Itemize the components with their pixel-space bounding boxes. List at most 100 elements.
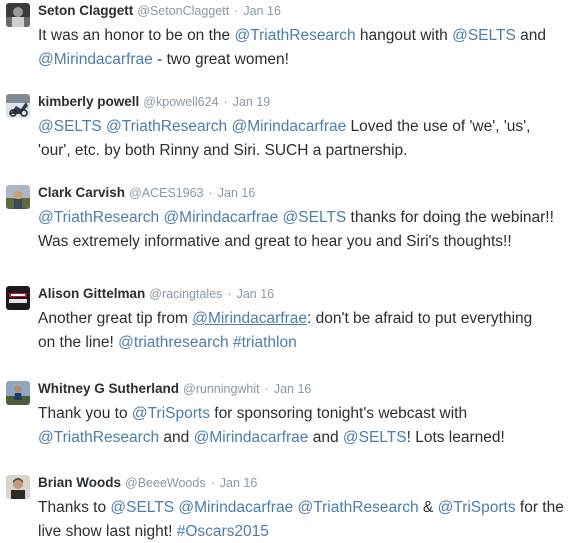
tweet-text-line: live show last night! #Oscars2015 [38, 520, 573, 543]
tweet-text-line: Thank you to @TriSports for sponsoring t… [38, 402, 573, 426]
mention-link[interactable]: @TriathResearch [298, 499, 419, 516]
separator-dot: · [264, 382, 269, 396]
user-avatar-dark-icon [6, 3, 30, 27]
author-name[interactable]: kimberly powell [38, 94, 139, 109]
tweet-header: Whitney G Sutherland @runningwhit · Jan 16 [38, 379, 311, 399]
avatar[interactable] [6, 286, 30, 310]
tweet-header: Clark Carvish @ACES1963 · Jan 16 [38, 183, 255, 203]
tweet-text-segment: ! Lots learned! [406, 429, 505, 446]
tweet-text-segment: - two great women! [152, 51, 289, 68]
user-avatar-portrait-icon [6, 475, 30, 499]
tweet-text-line: It was an honor to be on the @TriathRese… [38, 24, 573, 48]
tweet-text-line: @TriathResearch and @Mirindacarfrae and … [38, 426, 573, 450]
tweet-text-line: @Mirindacarfrae - two great women! [38, 48, 573, 72]
separator-dot: · [234, 4, 239, 18]
user-avatar-runner-icon [6, 381, 30, 405]
avatar[interactable] [6, 3, 30, 27]
tweet-text-line: Thanks to @SELTS @Mirindacarfrae @Triath… [38, 496, 573, 520]
separator-dot: · [208, 186, 213, 200]
tweet-text-segment: It was an honor to be on the [38, 27, 235, 44]
mention-link[interactable]: @SELTS [38, 118, 102, 135]
tweet-text-segment: Was extremely informative and great to h… [38, 233, 512, 250]
tweet-text-segment: on the line! [38, 334, 119, 351]
mention-link[interactable]: @TriathResearch [234, 27, 355, 44]
author-handle[interactable]: @racingtales [149, 287, 222, 301]
tweet-timestamp[interactable]: Jan 16 [243, 4, 281, 18]
tweet-text-segment: and [308, 429, 343, 446]
tweet-text-line: Another great tip from @Mirindacarfrae: … [38, 307, 573, 331]
tweet-text-segment: and [159, 429, 194, 446]
mention-link[interactable]: @TriathResearch [38, 209, 159, 226]
tweet-text-segment: Loved the use of 'we', 'us', [346, 118, 531, 135]
user-avatar-outdoor-icon [6, 185, 30, 209]
tweet-text: @TriathResearch @Mirindacarfrae @SELTS t… [38, 206, 573, 254]
separator-dot: · [210, 476, 215, 490]
mention-link[interactable]: @SELTS [452, 27, 516, 44]
tweet-timestamp[interactable]: Jan 19 [233, 95, 271, 109]
tweet-text-segment: live show last night! [38, 523, 177, 540]
author-name[interactable]: Seton Claggett [38, 3, 133, 18]
mention-link[interactable]: @Mirindacarfrae [38, 51, 153, 68]
mention-link[interactable]: @TriSports [132, 405, 210, 422]
mention-link[interactable]: @Mirindacarfrae [163, 209, 278, 226]
tweet-header: Alison Gittelman @racingtales · Jan 16 [38, 284, 274, 304]
author-name[interactable]: Whitney G Sutherland [38, 381, 179, 396]
mention-link[interactable]: @SELTS [110, 499, 174, 516]
tweet-text-segment: Another great tip from [38, 310, 193, 327]
tweet-text-line: 'our', etc. by both Rinny and Siri. SUCH… [38, 139, 573, 163]
author-handle[interactable]: @BeeeWoods [125, 476, 206, 490]
hashtag-link[interactable]: #triathlon [233, 334, 297, 351]
tweet-text-segment: 'our', etc. by both Rinny and Siri. SUCH… [38, 142, 408, 159]
tweet-text-segment: and [515, 27, 546, 44]
avatar[interactable] [6, 94, 30, 118]
tweet-text: Another great tip from @Mirindacarfrae: … [38, 307, 573, 355]
author-handle[interactable]: @runningwhit [183, 382, 260, 396]
avatar[interactable] [6, 381, 30, 405]
tweet-text: It was an honor to be on the @TriathRese… [38, 24, 573, 72]
mention-link[interactable]: @SELTS [283, 209, 347, 226]
mention-link[interactable]: @TriathResearch [106, 118, 227, 135]
user-avatar-cyclist-icon [6, 94, 30, 118]
mention-link[interactable]: @TriathResearch [38, 429, 159, 446]
tweet-timestamp[interactable]: Jan 16 [218, 186, 256, 200]
tweet-feed: Seton Claggett @SetonClaggett · Jan 16 It w… [0, 0, 577, 543]
author-name[interactable]: Clark Carvish [38, 185, 125, 200]
author-name[interactable]: Alison Gittelman [38, 286, 145, 301]
tweet-text-line: @TriathResearch @Mirindacarfrae @SELTS t… [38, 206, 573, 230]
mention-link[interactable]: @Mirindacarfrae [231, 118, 346, 135]
tweet-text-segment: for sponsoring tonight's webcast with [209, 405, 468, 422]
mention-link[interactable]: @SELTS [343, 429, 407, 446]
tweet-text-line: on the line! @triathresearch #triathlon [38, 331, 573, 355]
tweet-text-line: Was extremely informative and great to h… [38, 230, 573, 254]
mention-link[interactable]: @Mirindacarfrae [192, 310, 307, 327]
separator-dot: · [223, 95, 228, 109]
author-handle[interactable]: @kpowell624 [143, 95, 218, 109]
tweet-timestamp[interactable]: Jan 16 [220, 476, 258, 490]
mention-link[interactable]: @Mirindacarfrae [178, 499, 293, 516]
tweet-timestamp[interactable]: Jan 16 [274, 382, 312, 396]
separator-dot: · [227, 287, 232, 301]
author-name[interactable]: Brian Woods [38, 475, 121, 490]
tweet-text-segment: & [418, 499, 438, 516]
avatar[interactable] [6, 185, 30, 209]
tweet-text-segment: Thanks to [38, 499, 111, 516]
tweet-text-segment: thanks for doing the webinar!! [346, 209, 554, 226]
tweet-text-segment: : don't be afraid to put everything [307, 310, 533, 327]
tweet-header: Brian Woods @BeeeWoods · Jan 16 [38, 473, 257, 493]
tweet-text-line: @SELTS @TriathResearch @Mirindacarfrae L… [38, 115, 573, 139]
tweet-timestamp[interactable]: Jan 16 [237, 287, 275, 301]
tweet-header: Seton Claggett @SetonClaggett · Jan 16 [38, 1, 281, 21]
user-avatar-logo-icon [6, 286, 30, 310]
mention-link[interactable]: @triathresearch [118, 334, 229, 351]
tweet-text: Thanks to @SELTS @Mirindacarfrae @Triath… [38, 496, 573, 543]
avatar[interactable] [6, 475, 30, 499]
hashtag-link[interactable]: #Oscars2015 [177, 523, 269, 540]
author-handle[interactable]: @SetonClaggett [137, 4, 229, 18]
tweet-text: @SELTS @TriathResearch @Mirindacarfrae L… [38, 115, 573, 163]
tweet-text-segment: Thank you to [38, 405, 132, 422]
tweet-header: kimberly powell @kpowell624 · Jan 19 [38, 92, 270, 112]
mention-link[interactable]: @TriSports [438, 499, 516, 516]
author-handle[interactable]: @ACES1963 [129, 186, 204, 200]
mention-link[interactable]: @Mirindacarfrae [194, 429, 309, 446]
tweet-text: Thank you to @TriSports for sponsoring t… [38, 402, 573, 450]
